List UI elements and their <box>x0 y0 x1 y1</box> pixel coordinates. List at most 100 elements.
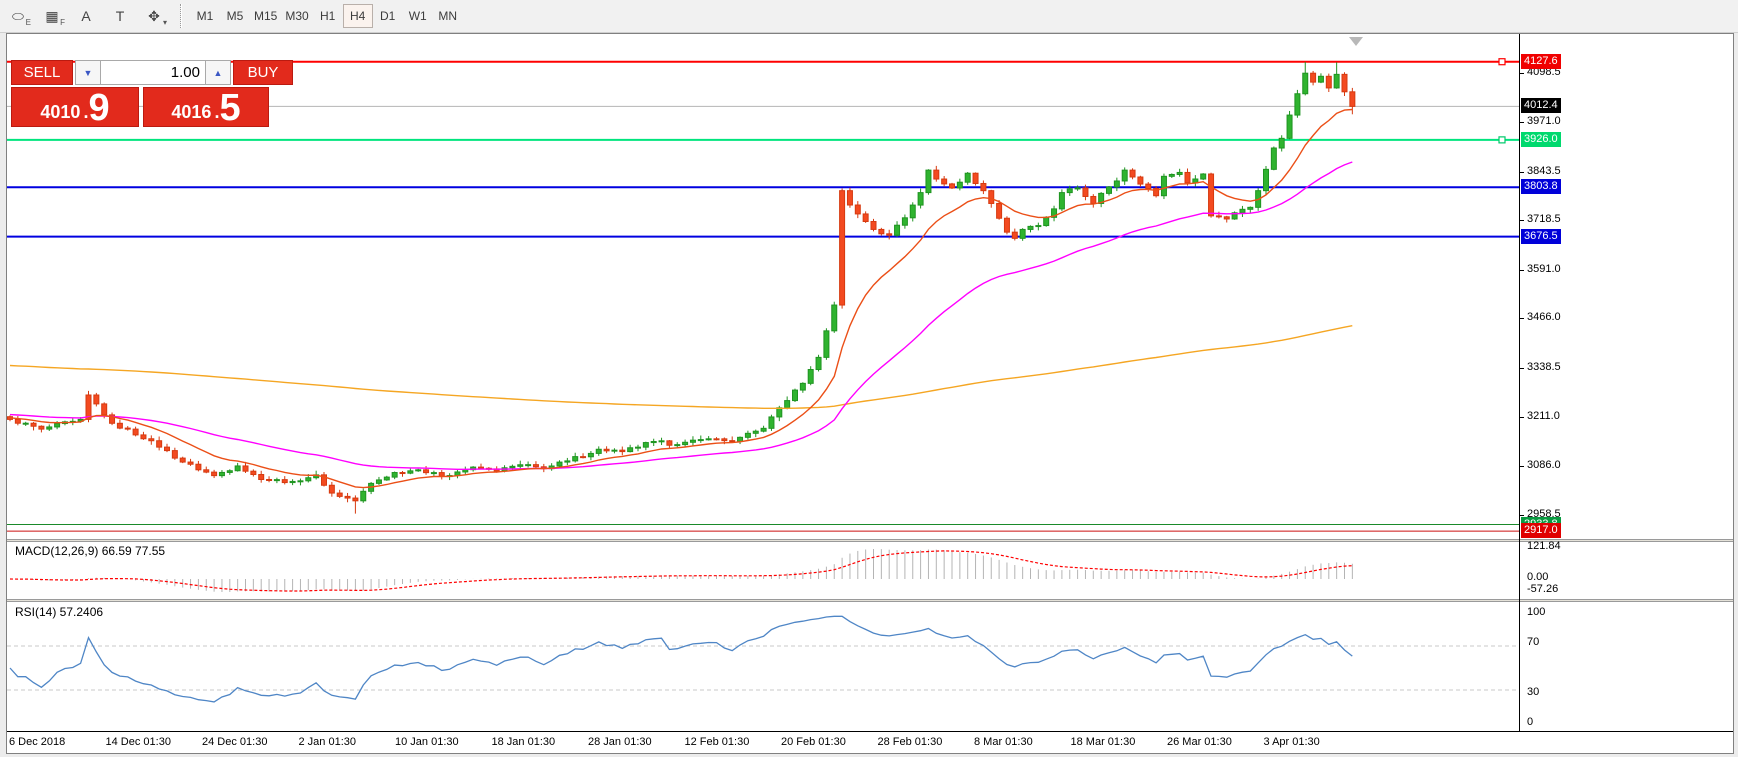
candlestick <box>305 477 312 482</box>
timeframe-button-h1[interactable]: H1 <box>313 4 343 28</box>
price-tick-mark <box>1520 73 1524 74</box>
candlestick <box>784 400 791 409</box>
timeframe-button-w1[interactable]: W1 <box>403 4 433 28</box>
candlestick <box>344 495 351 499</box>
candlestick <box>164 446 170 452</box>
candlestick <box>517 464 524 467</box>
candlestick <box>1058 192 1065 210</box>
candlestick <box>956 181 963 189</box>
candlestick <box>195 463 202 471</box>
candlestick <box>328 484 335 494</box>
timeframe-button-d1[interactable]: D1 <box>373 4 403 28</box>
buy-button[interactable]: BUY <box>233 60 293 85</box>
line-handle[interactable] <box>1498 136 1506 144</box>
time-axis-label: 24 Dec 01:30 <box>202 736 268 748</box>
candlestick <box>1066 188 1073 194</box>
candlestick <box>556 461 563 467</box>
ellipse-tool-icon: ⬭ <box>12 7 24 24</box>
candlestick <box>862 213 869 222</box>
rsi-indicator-chart[interactable] <box>7 602 1519 731</box>
candlestick <box>729 440 736 443</box>
candlestick <box>211 471 218 477</box>
chart-window[interactable]: ▲CHINA300-,H4 4008.6 4038.2 3986.2 4012.… <box>6 33 1734 754</box>
candlestick <box>532 464 539 468</box>
candlestick <box>116 422 123 429</box>
sell-button[interactable]: SELL <box>11 60 73 85</box>
candlestick <box>603 448 610 452</box>
macd-axis-label: 121.84 <box>1527 540 1561 552</box>
candlestick <box>383 476 390 481</box>
candlestick <box>289 480 296 484</box>
candlestick <box>1090 195 1097 204</box>
price-tick-label: 3086.0 <box>1527 459 1561 471</box>
price-tick-label: 3718.5 <box>1527 213 1561 225</box>
candlestick <box>171 450 178 459</box>
candlestick <box>909 204 916 219</box>
rsi-axis-label: 0 <box>1527 716 1534 728</box>
time-axis-label: 28 Jan 01:30 <box>588 736 652 748</box>
timeframe-button-m30[interactable]: M30 <box>281 4 312 28</box>
arrows-tool-button[interactable]: ✥ ▾ <box>138 3 170 29</box>
timeframe-button-h4[interactable]: H4 <box>342 4 373 28</box>
timeframe-button-mn[interactable]: MN <box>433 4 463 28</box>
volume-decrease-button[interactable]: ▼ <box>75 60 101 85</box>
candlestick <box>611 449 618 452</box>
timeframe-button-m1[interactable]: M1 <box>190 4 220 28</box>
candlestick <box>85 394 92 420</box>
candlestick <box>1349 91 1356 107</box>
macd-axis-label: -57.26 <box>1527 583 1559 595</box>
candlestick <box>839 190 846 306</box>
candlestick <box>721 438 728 442</box>
candlestick <box>752 430 759 434</box>
panel-splitter[interactable] <box>7 539 1733 542</box>
sell-price-frac: 9 <box>88 87 110 129</box>
candlestick <box>1129 169 1136 178</box>
time-axis[interactable]: 6 Dec 2018 14 Dec 01:30 24 Dec 01:30 2 Jan … <box>7 731 1733 753</box>
candlestick <box>1106 186 1112 194</box>
candlestick <box>179 457 186 463</box>
time-axis-label: 2 Jan 01:30 <box>298 736 357 748</box>
candlestick <box>242 465 249 472</box>
candlestick <box>1113 180 1120 188</box>
candlestick <box>101 403 108 416</box>
candlestick <box>226 470 233 473</box>
candlestick <box>1176 171 1183 175</box>
text-tool-icon: A <box>81 8 91 24</box>
timeframe-button-m15[interactable]: M15 <box>250 4 281 28</box>
time-axis-label: 18 Mar 01:30 <box>1070 736 1136 748</box>
label-tool-button[interactable]: T <box>104 3 136 29</box>
buy-price-display[interactable]: 4016. 5 <box>143 87 269 127</box>
time-axis-label: 10 Jan 01:30 <box>395 736 459 748</box>
candlestick <box>399 472 406 475</box>
candlestick <box>203 469 210 473</box>
text-tool-button[interactable]: A <box>70 3 102 29</box>
candlestick <box>30 422 37 427</box>
candlestick <box>234 465 241 472</box>
candlestick <box>925 169 932 194</box>
sell-price-display[interactable]: 4010. 9 <box>11 87 139 127</box>
candlestick <box>972 172 979 184</box>
volume-increase-button[interactable]: ▲ <box>205 60 231 85</box>
macd-indicator-chart[interactable] <box>7 542 1519 599</box>
candlestick <box>744 432 751 438</box>
ellipse-tool-button[interactable]: ⬭ E <box>2 3 34 29</box>
line-handle[interactable] <box>1498 58 1506 66</box>
panel-splitter[interactable] <box>7 599 1733 602</box>
candlestick <box>218 471 225 477</box>
time-axis-label: 18 Jan 01:30 <box>491 736 556 748</box>
volume-input[interactable] <box>101 60 205 85</box>
candlestick <box>1035 225 1042 228</box>
time-axis-label: 14 Dec 01:30 <box>105 736 171 748</box>
candlestick <box>1341 73 1348 93</box>
candlestick <box>689 439 696 443</box>
candlestick <box>894 224 901 236</box>
candlestick <box>132 428 139 436</box>
time-axis-label: 26 Mar 01:30 <box>1167 736 1232 748</box>
candlestick <box>266 479 273 482</box>
fibonacci-tool-button[interactable]: ▦ F <box>36 3 68 29</box>
price-tick-mark <box>1520 515 1524 516</box>
price-tick-mark <box>1520 172 1524 173</box>
timeframe-button-m5[interactable]: M5 <box>220 4 250 28</box>
top-toolbar: ⬭ E ▦ F A T ✥ ▾ M1 M5 M15 M30 H1 H4 D1 W1 MN <box>0 0 1738 33</box>
candlestick <box>635 446 641 449</box>
